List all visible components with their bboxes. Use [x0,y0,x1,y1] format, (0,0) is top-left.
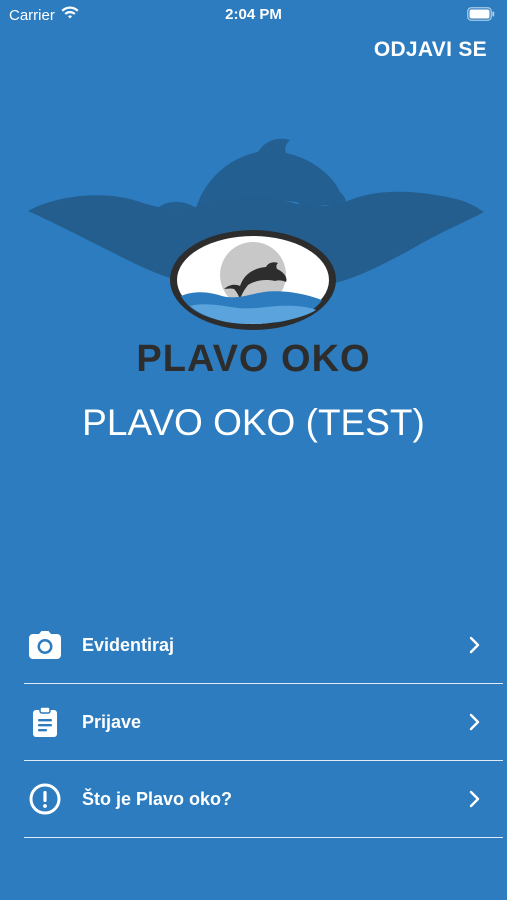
chevron-right-icon [467,790,481,808]
status-time: 2:04 PM [225,6,282,23]
app-title: PLAVO OKO (TEST) [82,402,425,443]
main-menu: Evidentiraj Prijave Što je Plavo oko? [24,607,503,838]
camera-icon [28,628,62,662]
menu-item-label: Evidentiraj [82,634,175,655]
logout-button[interactable]: ODJAVI SE [374,38,487,62]
menu-item-prijave[interactable]: Prijave [24,684,503,761]
menu-item-evidentiraj[interactable]: Evidentiraj [24,607,503,684]
logo-text: PLAVO OKO [136,338,371,380]
status-bar: Carrier 2:04 PM [0,0,507,30]
menu-item-label: Prijave [82,711,142,732]
menu-item-sto-je-plavo-oko[interactable]: Što je Plavo oko? [24,761,503,838]
battery-icon [467,7,495,26]
info-icon [28,782,62,816]
clipboard-icon [28,705,62,739]
menu-item-label: Što je Plavo oko? [82,788,233,809]
chevron-right-icon [467,636,481,654]
chevron-right-icon [467,713,481,731]
